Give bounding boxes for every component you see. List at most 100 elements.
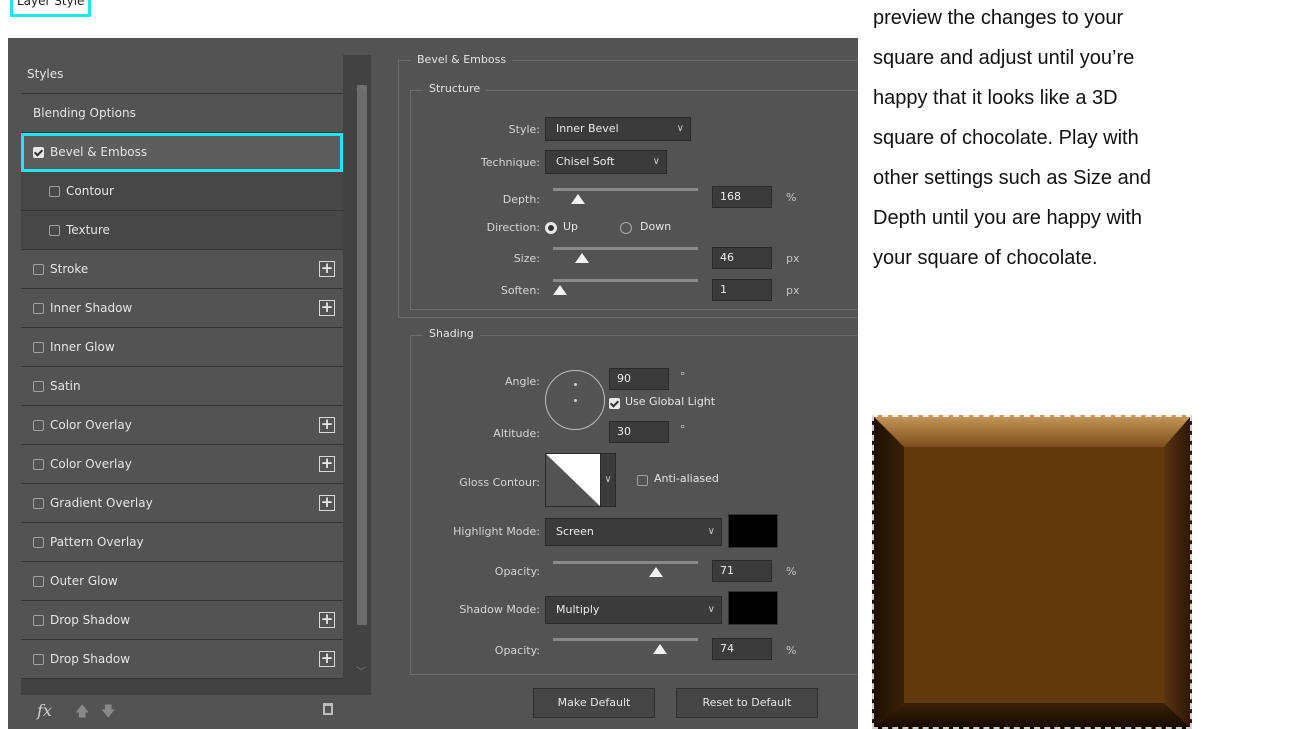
depth-unit: % <box>786 191 797 204</box>
add-style-icon[interactable]: + <box>319 495 335 511</box>
size-slider-track[interactable] <box>553 247 698 250</box>
style-item-contour[interactable]: Contour <box>21 172 343 211</box>
altitude-input[interactable]: 30 <box>609 421 669 443</box>
highlight-mode-value: Screen <box>556 525 594 538</box>
anti-aliased-checkbox[interactable] <box>637 475 648 486</box>
style-item-color-overlay[interactable]: Color Overlay + <box>21 406 343 445</box>
angle-dial-handle <box>574 383 577 386</box>
style-item-label: Contour <box>66 184 114 198</box>
add-style-icon[interactable]: + <box>319 612 335 628</box>
gloss-contour-preview[interactable] <box>545 453 601 507</box>
add-style-icon[interactable]: + <box>319 651 335 667</box>
style-item-bevel-emboss[interactable]: Bevel & Emboss <box>21 133 343 172</box>
highlight-color-swatch[interactable] <box>728 514 778 548</box>
add-style-icon[interactable]: + <box>319 456 335 472</box>
size-slider-thumb[interactable] <box>575 253 589 263</box>
style-item-label: Outer Glow <box>50 574 118 588</box>
style-checkbox[interactable] <box>33 302 44 314</box>
style-checkbox[interactable] <box>33 146 44 158</box>
angle-input[interactable]: 90 <box>609 368 669 390</box>
highlight-mode-label: Highlight Mode: <box>453 525 540 538</box>
style-item-pattern-overlay[interactable]: Pattern Overlay <box>21 523 343 562</box>
style-checkbox[interactable] <box>49 224 60 236</box>
move-down-icon[interactable]: 🡇 <box>101 701 115 725</box>
soften-slider-thumb[interactable] <box>553 285 568 295</box>
style-item-blending-options[interactable]: Blending Options <box>21 94 343 133</box>
technique-select[interactable]: Chisel Soft ∨ <box>545 150 667 174</box>
depth-slider-thumb[interactable] <box>570 194 585 204</box>
style-item-drop-shadow[interactable]: Drop Shadow + <box>21 640 343 679</box>
style-item-label: Inner Glow <box>50 340 115 354</box>
soften-input[interactable]: 1 <box>712 279 772 301</box>
angle-dial[interactable] <box>545 370 605 430</box>
scrollbar-thumb[interactable] <box>357 85 367 625</box>
shadow-opacity-track[interactable] <box>553 638 698 641</box>
style-checkbox[interactable] <box>33 536 44 548</box>
highlight-opacity-input[interactable]: 71 <box>712 560 772 582</box>
add-style-icon[interactable]: + <box>319 417 335 433</box>
style-item-color-overlay[interactable]: Color Overlay + <box>21 445 343 484</box>
make-default-button[interactable]: Make Default <box>533 688 655 718</box>
fx-icon[interactable]: fx <box>37 701 52 720</box>
use-global-light-checkbox[interactable] <box>609 398 620 409</box>
depth-label: Depth: <box>502 193 540 206</box>
shadow-mode-label: Shadow Mode: <box>459 603 540 616</box>
shadow-opacity-input[interactable]: 74 <box>712 638 772 660</box>
depth-slider-track[interactable] <box>553 188 698 191</box>
style-item-outer-glow[interactable]: Outer Glow <box>21 562 343 601</box>
size-input[interactable]: 46 <box>712 247 772 269</box>
gloss-contour-dropdown[interactable]: ∨ <box>600 453 616 507</box>
scroll-up-icon[interactable]: ︿ <box>354 77 368 92</box>
layer-style-dialog: Styles Blending Options Bevel & Emboss Con… <box>8 38 858 729</box>
direction-down-radio[interactable] <box>620 222 632 234</box>
style-item-label: Inner Shadow <box>50 301 133 315</box>
soften-label: Soften: <box>500 284 540 297</box>
styles-header[interactable]: Styles <box>21 55 343 94</box>
shadow-mode-select[interactable]: Multiply ∨ <box>545 596 722 624</box>
move-up-icon[interactable]: 🡅 <box>75 701 89 725</box>
selection-marquee <box>872 415 1192 729</box>
add-style-icon[interactable]: + <box>319 300 335 316</box>
direction-up-radio[interactable] <box>545 222 557 234</box>
highlight-opacity-track[interactable] <box>553 561 698 564</box>
highlight-mode-select[interactable]: Screen ∨ <box>545 518 722 546</box>
style-item-texture[interactable]: Texture <box>21 211 343 250</box>
direction-up-label: Up <box>563 220 579 233</box>
angle-unit: ° <box>680 370 686 383</box>
style-checkbox[interactable] <box>49 185 60 197</box>
style-item-inner-shadow[interactable]: Inner Shadow + <box>21 289 343 328</box>
styles-list: Styles Blending Options Bevel & Emboss Con… <box>21 55 343 679</box>
style-item-stroke[interactable]: Stroke + <box>21 250 343 289</box>
paragraph-line: other settings such as Size and <box>873 167 1151 189</box>
style-item-inner-glow[interactable]: Inner Glow <box>21 328 343 367</box>
style-item-satin[interactable]: Satin <box>21 367 343 406</box>
style-checkbox[interactable] <box>33 497 44 509</box>
highlight-opacity-thumb[interactable] <box>648 567 663 577</box>
shadow-mode-value: Multiply <box>556 603 600 616</box>
scroll-down-icon[interactable]: ﹀ <box>354 663 368 678</box>
paragraph-line: your square of chocolate. <box>873 247 1098 269</box>
styles-scrollbar[interactable] <box>354 55 368 635</box>
add-style-icon[interactable]: + <box>319 261 335 277</box>
reset-to-default-button[interactable]: Reset to Default <box>676 688 818 718</box>
soften-slider-track[interactable] <box>553 279 698 282</box>
shadow-opacity-thumb[interactable] <box>653 644 668 654</box>
style-item-gradient-overlay[interactable]: Gradient Overlay + <box>21 484 343 523</box>
style-checkbox[interactable] <box>33 575 44 587</box>
structure-title: Structure <box>423 82 487 95</box>
depth-input[interactable]: 168 <box>712 186 772 208</box>
style-item-drop-shadow[interactable]: Drop Shadow + <box>21 601 343 640</box>
trash-icon[interactable] <box>323 703 333 715</box>
style-item-label: Pattern Overlay <box>50 535 144 549</box>
style-checkbox[interactable] <box>33 458 44 470</box>
style-select[interactable]: Inner Bevel ∨ <box>545 117 691 141</box>
styles-header-label: Styles <box>27 67 64 81</box>
style-checkbox[interactable] <box>33 653 44 665</box>
style-checkbox[interactable] <box>33 341 44 353</box>
shadow-color-swatch[interactable] <box>728 591 778 625</box>
style-checkbox[interactable] <box>33 380 44 392</box>
shadow-opacity-unit: % <box>786 644 797 657</box>
style-checkbox[interactable] <box>33 263 44 275</box>
style-checkbox[interactable] <box>33 614 44 626</box>
style-checkbox[interactable] <box>33 419 44 431</box>
